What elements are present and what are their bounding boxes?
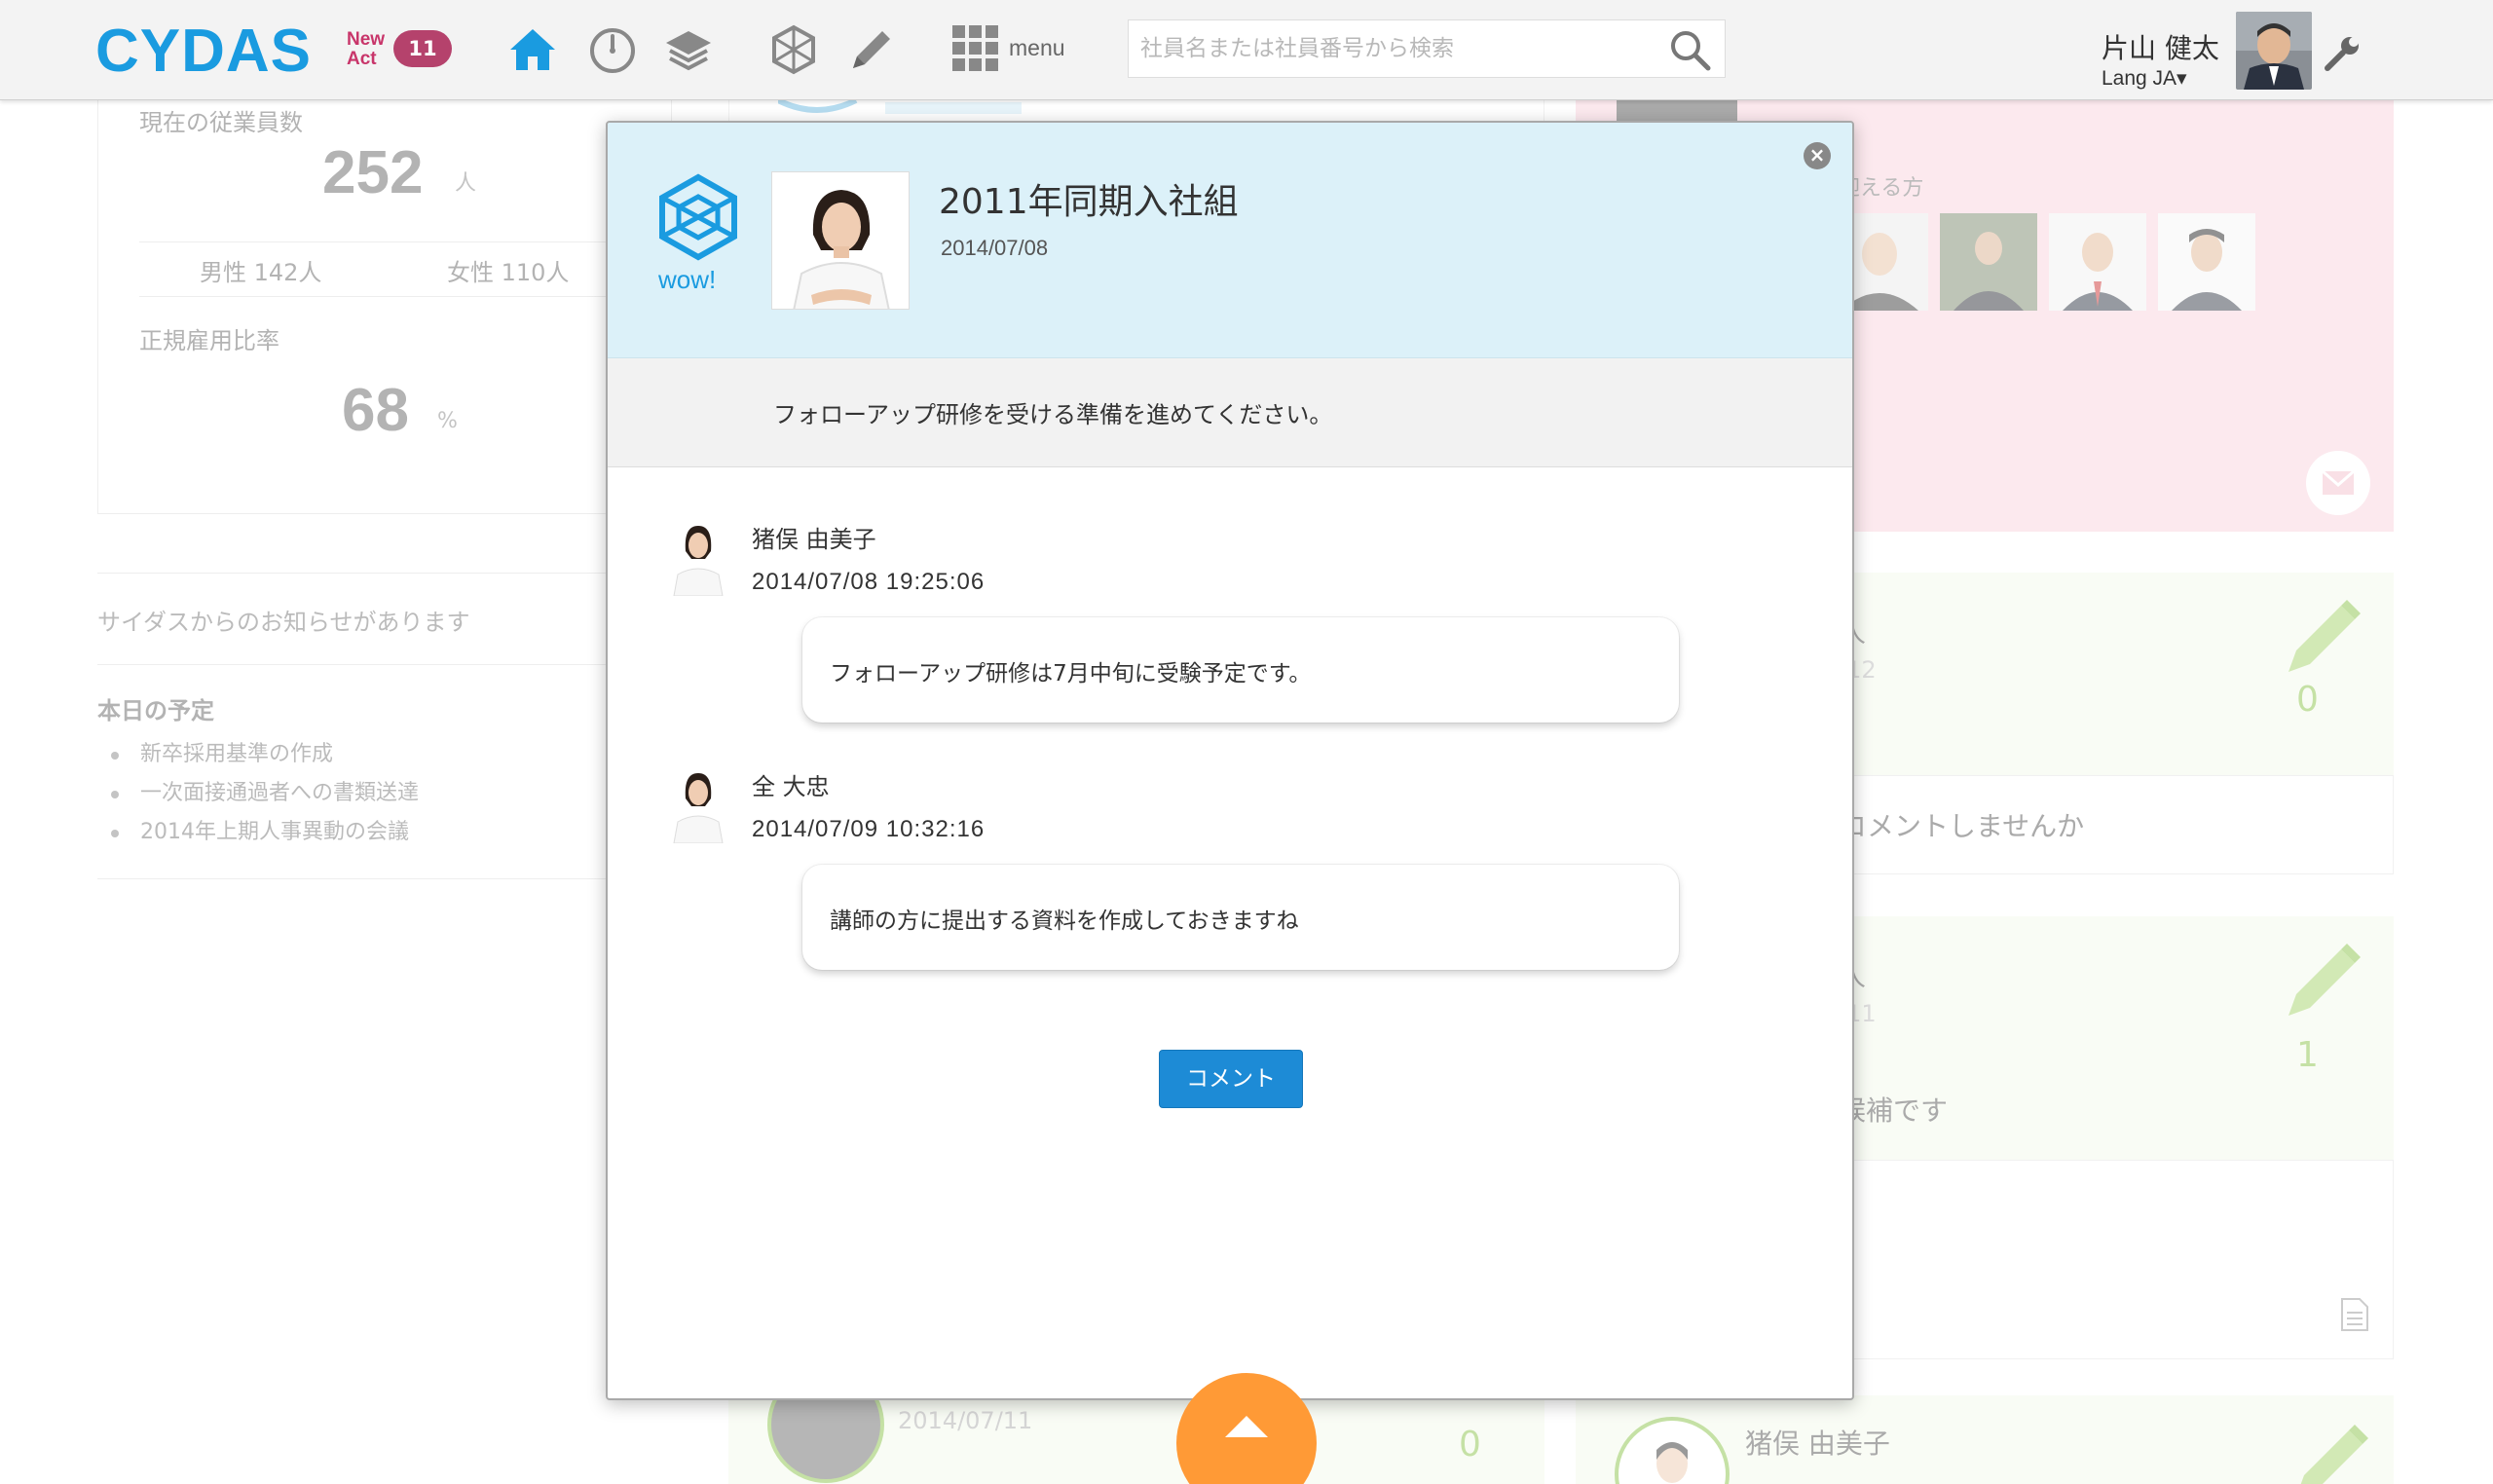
new-hire-photo[interactable]: [2158, 213, 2255, 311]
commenter-name[interactable]: 全 大忠: [752, 767, 830, 801]
wow-label: wow!: [658, 265, 717, 294]
comment-prompt-text[interactable]: コメントしませんか: [1840, 805, 2084, 844]
pencil-icon[interactable]: [2279, 592, 2366, 680]
user-avatar[interactable]: [2236, 12, 2312, 90]
comment-bubble: フォローアップ研修は7月中旬に受験予定です。: [802, 617, 1679, 723]
commenter-name[interactable]: 猪俣 由美子: [752, 520, 876, 554]
cydas-notice[interactable]: サイダスからのお知らせがあります: [97, 573, 682, 665]
home-icon[interactable]: [506, 23, 559, 76]
regular-employment-label: 正規雇用比率: [139, 327, 279, 354]
new-hire-photo[interactable]: [1940, 213, 2037, 311]
modal-date: 2014/07/08: [941, 236, 1049, 260]
schedule-list: 新卒採用基準の作成 一次面接通過者への書類送達 2014年上期人事異動の会議: [110, 740, 419, 857]
timeline-card-bottom[interactable]: 2014/07/11 0: [728, 1366, 1544, 1484]
female-count: 女性 110人: [447, 259, 570, 286]
arrow-up-icon: [1225, 1416, 1268, 1437]
mail-button[interactable]: [2306, 451, 2370, 515]
divider: [139, 296, 636, 297]
mail-icon: [2322, 470, 2355, 495]
group-photo: [771, 171, 910, 310]
comment-bubble: 講師の方に提出する資料を作成しておきますね: [802, 865, 1679, 970]
divider: [97, 878, 682, 879]
schedule-item[interactable]: 新卒採用基準の作成: [110, 740, 419, 779]
post-avatar[interactable]: [1615, 1417, 1730, 1484]
comment-text: 講師の方に提出する資料を作成しておきますね: [830, 909, 1299, 934]
employee-search: [1128, 19, 1726, 78]
modal-title: 2011年同期入社組: [939, 182, 1239, 222]
employees-label: 現在の従業員数: [139, 109, 303, 136]
male-count: 男性 142人: [200, 259, 322, 286]
card-text: 候補です: [1839, 1094, 1949, 1127]
employees-unit: 人: [455, 171, 477, 196]
cydas-logo[interactable]: CYDAS: [95, 19, 312, 84]
comment-button[interactable]: コメント: [1159, 1050, 1303, 1108]
schedule-item[interactable]: 一次面接通過者への書類送達: [110, 779, 419, 818]
divider: [139, 241, 636, 242]
menu-button[interactable]: menu: [952, 25, 1079, 76]
schedule-title: 本日の予定: [97, 697, 214, 724]
new-act-button[interactable]: New Act 11: [347, 29, 459, 72]
activity-card-3[interactable]: 猪俣 由美子: [1576, 1395, 2394, 1484]
modal-header: wow! 2011年同期入社組 2014/07/08 ×: [608, 123, 1852, 358]
menu-label: menu: [1009, 35, 1065, 60]
commenter-avatar[interactable]: [666, 765, 730, 843]
comment-count: 0: [1459, 1425, 1481, 1465]
employee-stats-card: 現在の従業員数 252 人 男性 142人 女性 110人 正規雇用比率 68 …: [97, 88, 672, 514]
pencil-icon[interactable]: [2279, 936, 2366, 1023]
language-selector[interactable]: Lang JA▾: [2102, 66, 2187, 91]
new-act-count-badge: 11: [393, 30, 452, 67]
user-name[interactable]: 片山 健太: [2102, 27, 2219, 66]
regular-employment-unit: %: [437, 409, 458, 433]
employees-value: 252: [322, 139, 424, 206]
document-icon[interactable]: [2340, 1297, 2369, 1332]
comment-datetime: 2014/07/09 10:32:16: [752, 816, 986, 842]
wow-detail-modal: wow! 2011年同期入社組 2014/07/08 × フォローアップ研修を受…: [606, 121, 1854, 1400]
comment-count: 0: [2296, 680, 2319, 720]
dashboard-icon[interactable]: [586, 23, 639, 76]
commenter-avatar[interactable]: [666, 518, 730, 596]
post-author[interactable]: 猪俣 由美子: [1745, 1423, 1890, 1462]
modal-message: フォローアップ研修を受ける準備を進めてください。: [608, 358, 1852, 467]
search-input[interactable]: [1129, 20, 1725, 77]
comment-text: フォローアップ研修は7月中旬に受験予定です。: [830, 661, 1312, 686]
wow-icon[interactable]: [767, 23, 820, 76]
wrench-icon[interactable]: [2324, 33, 2363, 72]
card-logo-fragment: [778, 100, 1022, 114]
pencil-icon[interactable]: [2287, 1417, 2374, 1484]
modal-message-text: フォローアップ研修を受ける準備を進めてください。: [773, 401, 1333, 428]
notice-text[interactable]: サイダスからのお知らせがあります: [97, 603, 470, 637]
wow-logo-icon: [659, 173, 737, 261]
close-button[interactable]: ×: [1804, 142, 1831, 169]
regular-employment-value: 68: [342, 377, 409, 444]
new-hire-photo[interactable]: [2049, 213, 2146, 311]
grid-icon: [952, 25, 998, 71]
schedule-item[interactable]: 2014年上期人事異動の会議: [110, 818, 419, 857]
comment-count: 1: [2296, 1035, 2319, 1075]
post-date: 2014/07/11: [898, 1407, 1033, 1434]
top-header: CYDAS New Act 11 menu 社員名または社員番号から検索 片山 …: [0, 0, 2493, 100]
comment-datetime: 2014/07/08 19:25:06: [752, 569, 986, 595]
new-act-label: New Act: [347, 29, 386, 69]
pencil-icon[interactable]: [845, 23, 898, 76]
search-icon[interactable]: [1668, 28, 1711, 71]
layers-icon[interactable]: [662, 23, 715, 76]
